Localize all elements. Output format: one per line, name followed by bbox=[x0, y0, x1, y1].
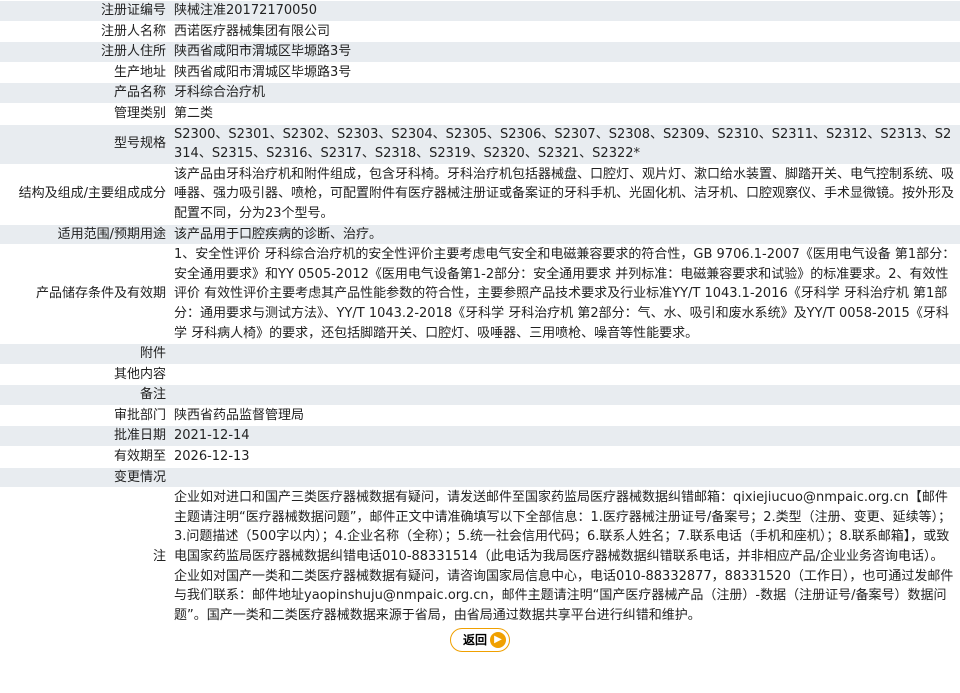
field-value: 该产品用于口腔疾病的诊断、治疗。 bbox=[170, 224, 960, 245]
note-text: 企业如对进口和国产三类医疗器械数据有疑问，请发送邮件至国家药监局医疗器械数据纠错… bbox=[170, 488, 960, 626]
detail-row: 备注 bbox=[0, 385, 960, 405]
field-value: 该产品由牙科治疗机和附件组成，包含牙科椅。牙科治疗机包括器械盘、口腔灯、观片灯、… bbox=[170, 164, 960, 224]
note-label: 注 bbox=[0, 488, 170, 626]
field-value: 2026-12-13 bbox=[170, 447, 960, 467]
detail-row: 适用范围/预期用途 该产品用于口腔疾病的诊断、治疗。 bbox=[0, 224, 960, 245]
field-value bbox=[170, 364, 960, 385]
field-value: 陕西省药品监督管理局 bbox=[170, 405, 960, 426]
field-label: 批准日期 bbox=[0, 426, 170, 447]
field-label: 其他内容 bbox=[0, 364, 170, 385]
field-label: 产品储存条件及有效期 bbox=[0, 245, 170, 344]
field-value: 西诺医疗器械集团有限公司 bbox=[170, 21, 960, 42]
field-label: 注册人住所 bbox=[0, 42, 170, 62]
field-label: 审批部门 bbox=[0, 405, 170, 426]
detail-row: 注册证编号 陕械注准20172170050 bbox=[0, 1, 960, 21]
detail-row: 批准日期 2021-12-14 bbox=[0, 426, 960, 447]
detail-row: 型号规格 S2300、S2301、S2302、S2303、S2304、S2305、… bbox=[0, 124, 960, 164]
field-value: 1、安全性评价 牙科综合治疗机的安全性评价主要考虑电气安全和电磁兼容要求的符合性… bbox=[170, 245, 960, 344]
detail-row: 注册人住所 陕西省咸阳市渭城区毕塬路3号 bbox=[0, 42, 960, 62]
detail-row: 产品名称 牙科综合治疗机 bbox=[0, 83, 960, 103]
back-button-label: 返回 bbox=[462, 633, 487, 648]
field-value bbox=[170, 467, 960, 488]
field-label: 有效期至 bbox=[0, 447, 170, 467]
field-label: 注册证编号 bbox=[0, 1, 170, 21]
field-value: 陕西省咸阳市渭城区毕塬路3号 bbox=[170, 62, 960, 83]
detail-row: 注册人名称 西诺医疗器械集团有限公司 bbox=[0, 21, 960, 42]
field-value: S2300、S2301、S2302、S2303、S2304、S2305、S230… bbox=[170, 124, 960, 164]
field-label: 管理类别 bbox=[0, 103, 170, 124]
detail-row: 审批部门 陕西省药品监督管理局 bbox=[0, 405, 960, 426]
field-label: 型号规格 bbox=[0, 124, 170, 164]
detail-row: 结构及组成/主要组成成分 该产品由牙科治疗机和附件组成，包含牙科椅。牙科治疗机包括… bbox=[0, 164, 960, 224]
field-value: 陕械注准20172170050 bbox=[170, 1, 960, 21]
field-label: 生产地址 bbox=[0, 62, 170, 83]
field-label: 注册人名称 bbox=[0, 21, 170, 42]
detail-row: 有效期至 2026-12-13 bbox=[0, 447, 960, 467]
field-value: 第二类 bbox=[170, 103, 960, 124]
detail-row: 附件 bbox=[0, 344, 960, 364]
detail-row: 变更情况 bbox=[0, 467, 960, 488]
field-label: 变更情况 bbox=[0, 467, 170, 488]
field-label: 备注 bbox=[0, 385, 170, 405]
registration-detail-table: 注册证编号 陕械注准20172170050 注册人名称 西诺医疗器械集团有限公司 注册人… bbox=[0, 0, 960, 626]
field-value bbox=[170, 385, 960, 405]
detail-row: 其他内容 bbox=[0, 364, 960, 385]
note-row: 注 企业如对进口和国产三类医疗器械数据有疑问，请发送邮件至国家药监局医疗器械数据… bbox=[0, 488, 960, 626]
field-value: 2021-12-14 bbox=[170, 426, 960, 447]
field-label: 产品名称 bbox=[0, 83, 170, 103]
field-label: 附件 bbox=[0, 344, 170, 364]
arrow-right-circle-icon: ▶ bbox=[490, 632, 506, 649]
back-button[interactable]: 返回 ▶ bbox=[449, 628, 510, 653]
detail-row: 产品储存条件及有效期 1、安全性评价 牙科综合治疗机的安全性评价主要考虑电气安全和… bbox=[0, 245, 960, 344]
field-label: 结构及组成/主要组成成分 bbox=[0, 164, 170, 224]
detail-row: 管理类别 第二类 bbox=[0, 103, 960, 124]
field-value bbox=[170, 344, 960, 364]
field-value: 牙科综合治疗机 bbox=[170, 83, 960, 103]
field-value: 陕西省咸阳市渭城区毕塬路3号 bbox=[170, 42, 960, 62]
detail-row: 生产地址 陕西省咸阳市渭城区毕塬路3号 bbox=[0, 62, 960, 83]
field-label: 适用范围/预期用途 bbox=[0, 224, 170, 245]
